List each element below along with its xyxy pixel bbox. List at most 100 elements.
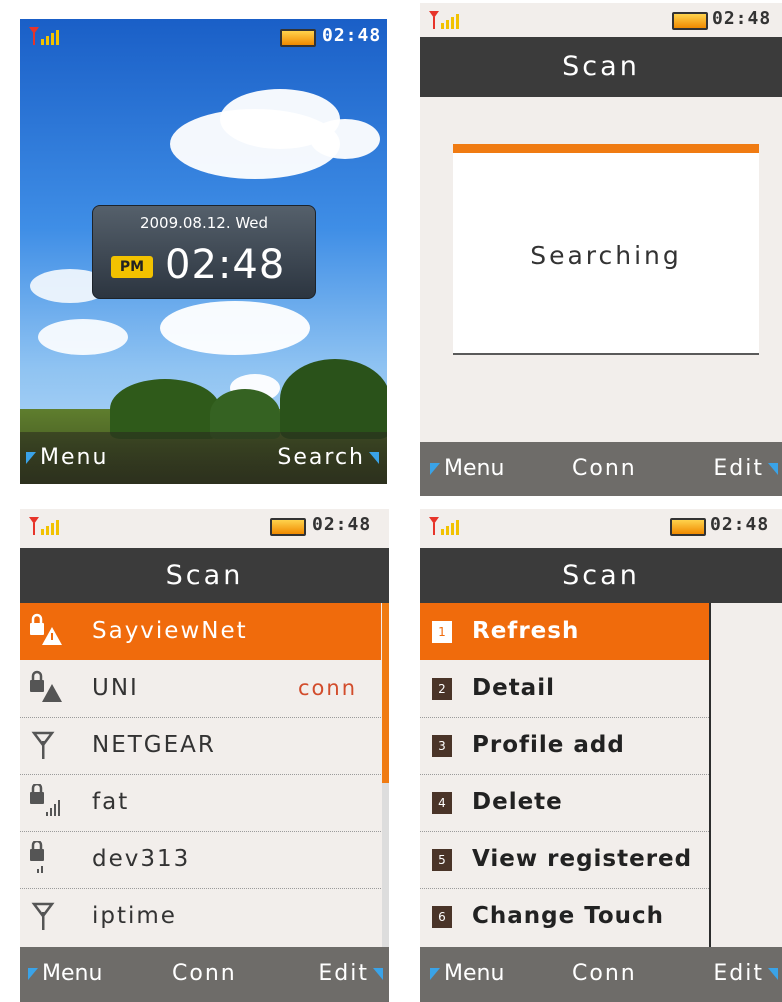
scan-results-screen: 02:48 Scan SayviewNet UNI conn NETGEAR f…: [20, 509, 389, 1002]
corner-arrow-icon: [26, 452, 36, 464]
menu-softkey[interactable]: Menu: [430, 442, 504, 496]
edit-label: Edit: [713, 961, 764, 986]
menu-label: Menu: [42, 961, 103, 986]
menu-label: Menu: [444, 456, 505, 481]
corner-arrow-icon: [768, 463, 778, 475]
widget-date: 2009.08.12. Wed: [139, 214, 269, 232]
lock-signal-icon: [30, 841, 44, 873]
search-softkey[interactable]: Search: [277, 432, 379, 484]
page-title: Scan: [20, 548, 389, 603]
menu-item-detail[interactable]: 2 Detail: [420, 660, 709, 718]
menu-item-profile-add[interactable]: 3 Profile add: [420, 717, 709, 775]
menu-item-label: Delete: [472, 789, 563, 815]
edit-label: Edit: [318, 961, 369, 986]
page-title: Scan: [420, 548, 782, 603]
searching-dialog: Searching: [453, 144, 759, 353]
edit-softkey[interactable]: Edit: [318, 947, 383, 1001]
corner-arrow-icon: [373, 968, 383, 980]
softkey-bar: Menu Conn Edit: [20, 947, 389, 1002]
network-row[interactable]: SayviewNet: [20, 603, 381, 660]
menu-label: Menu: [40, 445, 109, 470]
corner-arrow-icon: [768, 968, 778, 980]
battery-icon: [670, 518, 706, 536]
corner-arrow-icon: [369, 452, 379, 464]
network-row[interactable]: iptime: [20, 888, 381, 945]
widget-time: 02:48: [165, 242, 286, 288]
conn-softkey[interactable]: Conn: [572, 947, 637, 1001]
item-number: 2: [432, 678, 452, 700]
page-title: Scan: [420, 37, 782, 97]
scan-options-screen: 02:48 Scan 1 Refresh 2 Detail 3 Profile …: [420, 509, 782, 1002]
network-row[interactable]: dev313: [20, 831, 381, 889]
network-name: fat: [92, 789, 130, 815]
menu-item-label: Detail: [472, 675, 555, 701]
menu-softkey[interactable]: Menu: [28, 947, 102, 1001]
item-number: 4: [432, 792, 452, 814]
options-menu: 1 Refresh 2 Detail 3 Profile add 4 Delet…: [420, 603, 711, 953]
network-name: NETGEAR: [92, 732, 216, 758]
softkey-bar: Menu Conn Edit: [420, 442, 782, 496]
clock-widget: 2009.08.12. Wed PM 02:48: [92, 205, 316, 299]
network-name: dev313: [92, 846, 191, 872]
status-clock: 02:48: [710, 514, 770, 535]
searching-message: Searching: [530, 241, 682, 270]
menu-item-label: Refresh: [472, 618, 580, 644]
edit-softkey[interactable]: Edit: [713, 947, 778, 1001]
menu-label: Menu: [444, 961, 505, 986]
search-label: Search: [277, 445, 365, 470]
item-number: 5: [432, 849, 452, 871]
antenna-icon: [31, 902, 55, 930]
cloud-shape: [310, 119, 380, 159]
menu-item-view-registered[interactable]: 5 View registered: [420, 831, 709, 889]
edit-softkey[interactable]: Edit: [713, 442, 778, 496]
edit-label: Edit: [713, 456, 764, 481]
menu-item-delete[interactable]: 4 Delete: [420, 774, 709, 832]
ampm-badge: PM: [111, 256, 153, 278]
signal-icon: [29, 27, 59, 45]
signal-icon: [429, 11, 459, 29]
menu-item-refresh[interactable]: 1 Refresh: [420, 603, 709, 660]
status-clock: 02:48: [312, 514, 372, 535]
item-number: 3: [432, 735, 452, 757]
network-name: SayviewNet: [92, 618, 248, 644]
battery-icon: [270, 518, 306, 536]
network-row[interactable]: UNI conn: [20, 660, 381, 718]
lock-signal-icon: [30, 784, 60, 816]
scrollbar[interactable]: [382, 603, 389, 948]
tree-shape: [280, 359, 387, 439]
network-status: conn: [297, 676, 357, 700]
status-clock: 02:48: [712, 8, 772, 29]
corner-arrow-icon: [28, 968, 38, 980]
menu-item-label: Change Touch: [472, 903, 665, 929]
menu-softkey[interactable]: Menu: [26, 432, 108, 484]
signal-icon: [429, 517, 459, 535]
lock-warning-icon: [30, 670, 62, 702]
conn-softkey[interactable]: Conn: [572, 442, 637, 496]
status-bar: 02:48: [420, 3, 782, 37]
softkey-bar: Menu Search: [20, 432, 387, 484]
menu-item-label: Profile add: [472, 732, 625, 758]
corner-arrow-icon: [430, 463, 440, 475]
searching-screen: 02:48 Scan Searching Menu Conn Edit: [420, 3, 782, 496]
home-screen: 02:48 2009.08.12. Wed PM 02:48 Menu Sear…: [20, 19, 387, 484]
lock-warning-icon: [30, 613, 62, 645]
antenna-icon: [31, 731, 55, 759]
status-clock: 02:48: [322, 25, 382, 46]
menu-softkey[interactable]: Menu: [430, 947, 504, 1001]
cloud-shape: [160, 301, 310, 355]
status-bar: 02:48: [20, 19, 387, 53]
network-name: iptime: [92, 903, 177, 929]
status-bar: 02:48: [420, 509, 782, 543]
menu-item-change-touch[interactable]: 6 Change Touch: [420, 888, 709, 945]
battery-icon: [280, 29, 316, 47]
network-row[interactable]: NETGEAR: [20, 717, 381, 775]
cloud-shape: [38, 319, 128, 355]
item-number: 6: [432, 906, 452, 928]
conn-softkey[interactable]: Conn: [172, 947, 237, 1001]
corner-arrow-icon: [430, 968, 440, 980]
status-bar: 02:48: [20, 509, 389, 543]
scrollbar-thumb[interactable]: [382, 603, 389, 783]
softkey-bar: Menu Conn Edit: [420, 947, 782, 1002]
signal-icon: [29, 517, 59, 535]
network-row[interactable]: fat: [20, 774, 381, 832]
